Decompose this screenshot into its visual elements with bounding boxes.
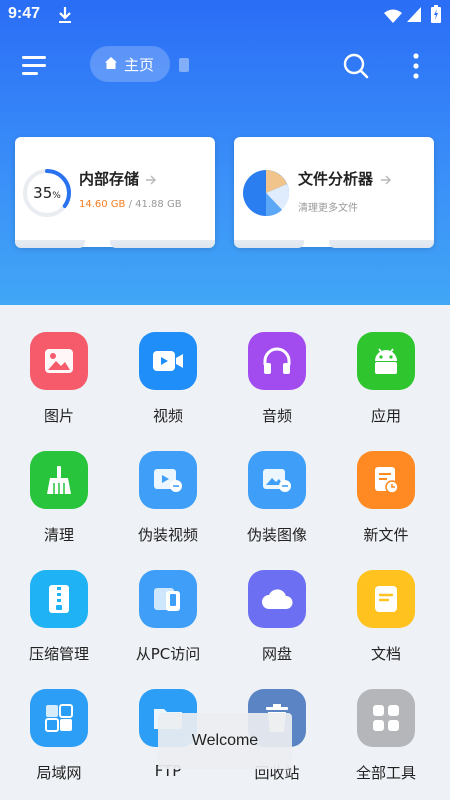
video-icon [139, 332, 197, 390]
tile-compress[interactable]: 压缩管理 [4, 543, 114, 663]
battery-charging-icon [431, 5, 441, 27]
tile-label: 全部工具 [355, 764, 416, 782]
download-icon [58, 6, 72, 28]
internal-storage-card[interactable]: 35% 内部存储 14.60 GB / 41.88 GB [15, 137, 215, 248]
analyzer-subtitle: 清理更多文件 [298, 203, 358, 214]
tile-lan[interactable]: 局域网 [4, 662, 114, 782]
cloud-icon [248, 570, 306, 628]
disguise-image-icon [248, 451, 306, 509]
document-icon [357, 570, 415, 628]
tile-new-files[interactable]: 新文件 [331, 424, 441, 544]
card-footer-left [234, 240, 304, 248]
storage-title: 内部存储 [79, 170, 140, 188]
tile-label: 音频 [261, 407, 292, 425]
storage-usage-ring: 35% [21, 167, 73, 219]
tile-label: 压缩管理 [28, 645, 89, 663]
tile-label: 图片 [43, 407, 74, 425]
new-file-icon [357, 451, 415, 509]
lan-icon [30, 689, 88, 747]
card-footer-right [329, 240, 434, 248]
tile-label: 视频 [152, 407, 183, 425]
tile-label: 清理 [43, 526, 74, 544]
home-breadcrumb[interactable]: 主页 [90, 46, 170, 82]
tile-disguise-video[interactable]: 伪装视频 [113, 424, 223, 544]
tile-clean[interactable]: 清理 [4, 424, 114, 544]
status-bar: 9:47 [0, 0, 450, 32]
storage-used: 14.60 GB [79, 199, 126, 210]
breadcrumb-tab-indicator [179, 58, 189, 72]
home-icon [104, 55, 118, 74]
pc-access-icon [139, 570, 197, 628]
storage-percent: 35 [33, 184, 53, 202]
arrow-right-icon [380, 171, 392, 185]
percent-sign: % [52, 191, 61, 201]
home-label: 主页 [124, 55, 155, 74]
arrow-right-icon [145, 171, 157, 185]
tile-images[interactable]: 图片 [4, 305, 114, 425]
tile-disguise-image[interactable]: 伪装图像 [222, 424, 332, 544]
app-bar: 主页 [0, 40, 450, 92]
tile-audio[interactable]: 音频 [222, 305, 332, 425]
storage-separator: / [125, 199, 136, 210]
broom-icon [30, 451, 88, 509]
storage-total: 41.88 GB [135, 199, 182, 210]
card-footer-right [110, 240, 215, 248]
tile-videos[interactable]: 视频 [113, 305, 223, 425]
tile-label: 文档 [370, 645, 401, 663]
tile-all-tools[interactable]: 全部工具 [331, 662, 441, 782]
tile-label: 伪装视频 [137, 526, 198, 544]
image-icon [30, 332, 88, 390]
status-time: 9:47 [8, 5, 41, 22]
tile-label: 新文件 [363, 526, 409, 544]
tile-label: 伪装图像 [246, 526, 307, 544]
signal-icon [407, 7, 421, 26]
header-background: 9:47 主页 35% 内部存储 14.60 GB / 41.88 GB 文件分… [0, 0, 450, 305]
tile-documents[interactable]: 文档 [331, 543, 441, 663]
tile-pc-access[interactable]: 从PC访问 [113, 543, 223, 663]
disguise-video-icon [139, 451, 197, 509]
tile-apps[interactable]: 应用 [331, 305, 441, 425]
zip-icon [30, 570, 88, 628]
tile-label: 从PC访问 [135, 645, 201, 663]
file-analyzer-card[interactable]: 文件分析器 清理更多文件 [234, 137, 434, 248]
card-footer-left [15, 240, 85, 248]
wifi-icon [384, 8, 402, 27]
tile-cloud-drive[interactable]: 网盘 [222, 543, 332, 663]
welcome-toast: Welcome [158, 713, 292, 769]
android-icon [357, 332, 415, 390]
tile-label: 局域网 [36, 764, 82, 782]
headphones-icon [248, 332, 306, 390]
hamburger-menu-icon[interactable] [20, 52, 50, 80]
all-tools-icon [357, 689, 415, 747]
tile-label: 网盘 [261, 645, 292, 663]
pie-chart-icon [240, 167, 292, 219]
more-vert-icon[interactable] [404, 50, 428, 82]
search-icon[interactable] [342, 52, 370, 80]
analyzer-title: 文件分析器 [298, 170, 374, 188]
storage-usage-text: 14.60 GB / 41.88 GB [79, 199, 182, 210]
tile-label: 应用 [370, 407, 401, 425]
